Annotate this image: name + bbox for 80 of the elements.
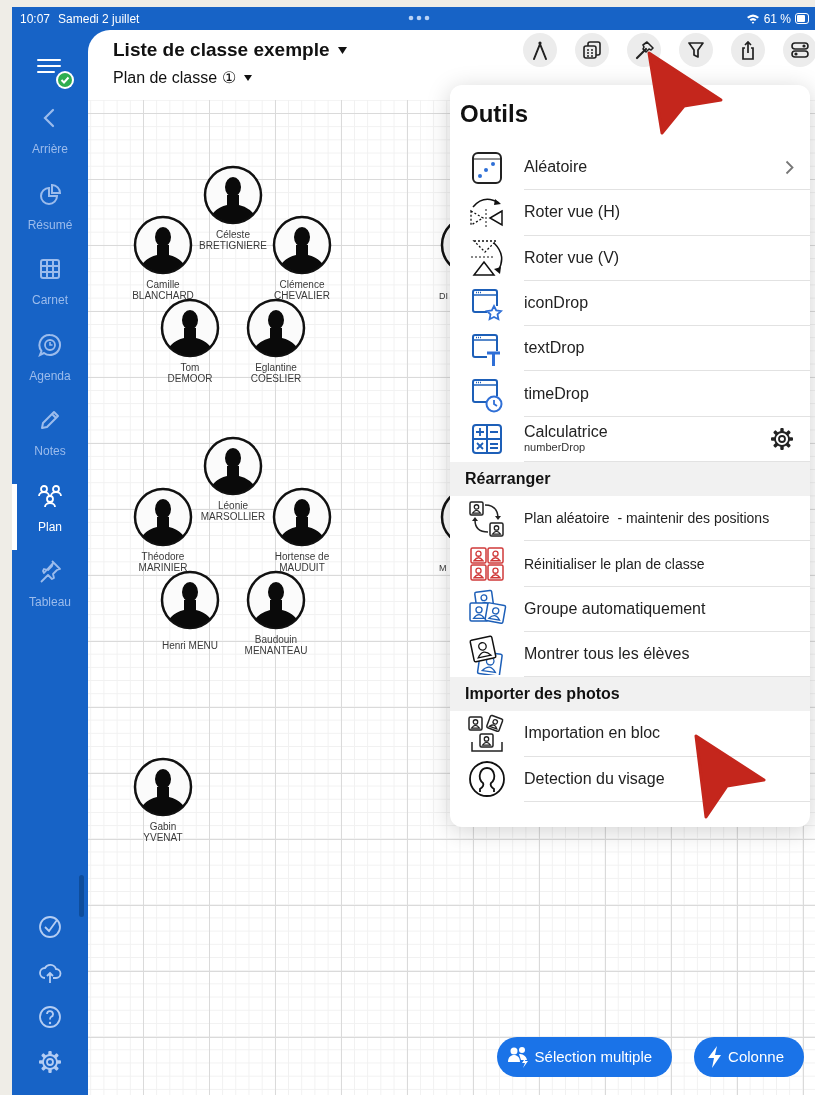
list-title[interactable]: Liste de classe exemple <box>113 38 330 62</box>
scroll-thumb <box>79 875 84 917</box>
menu-item[interactable]: Réinitialiser le plan de classe <box>450 541 810 587</box>
chat-clock-icon <box>38 332 62 357</box>
student-avatar[interactable] <box>246 570 306 630</box>
menu-item[interactable]: iconDrop <box>450 280 810 327</box>
battery-level: 61 % <box>763 10 791 28</box>
menu-item[interactable]: Aléatoire <box>450 145 810 191</box>
popover-title: Outils <box>460 99 528 129</box>
student-name: Théodore MARINIER <box>138 552 188 573</box>
swap-portraits-icon <box>467 498 507 539</box>
people-icon <box>38 483 62 508</box>
student-name: Gabin YVENAT <box>143 822 183 843</box>
section-header: Réarranger <box>450 462 810 497</box>
caret-icon[interactable] <box>243 75 252 81</box>
toolbar-button[interactable] <box>575 33 609 67</box>
student-name: M <box>439 563 447 574</box>
menu-item[interactable]: textDrop <box>450 326 810 372</box>
student-avatar[interactable] <box>133 215 193 275</box>
calculator-stack-icon <box>582 40 602 60</box>
student-name: Henri MENU <box>161 641 219 652</box>
menu-item[interactable]: Roter vue (V) <box>450 235 810 281</box>
student-name: Céleste BRETIGNIERE <box>199 230 267 251</box>
student-avatar[interactable] <box>203 436 263 496</box>
student-avatar[interactable] <box>133 487 193 547</box>
settings-button[interactable] <box>38 1050 62 1074</box>
student-name: Camille BLANCHARD <box>132 280 194 301</box>
toolbar-button[interactable] <box>523 33 557 67</box>
status-time: 10:07 <box>20 10 51 28</box>
settings-icon[interactable] <box>770 426 794 451</box>
menu-item[interactable]: Plan aléatoire - maintenir des positions <box>450 496 810 542</box>
hammer-icon <box>634 40 654 60</box>
grid-icon <box>38 257 62 281</box>
student-name: Tom DEMOOR <box>167 363 213 384</box>
student-name: Léonie MARSOLLIER <box>200 501 266 522</box>
battery-icon <box>795 13 809 24</box>
toggles-icon <box>790 40 810 60</box>
status-date: Samedi 2 juillet <box>58 10 140 28</box>
section-header: Importer des photos <box>450 677 810 712</box>
plan-title[interactable]: Plan de classe ① <box>113 66 236 90</box>
head-outline-icon <box>467 759 507 800</box>
toolbar-button[interactable] <box>783 33 815 67</box>
student-avatar[interactable] <box>160 298 220 358</box>
menu-item-subtitle: numberDrop <box>524 441 587 455</box>
student-name: Eglantine COESLIER <box>250 363 302 384</box>
check-circle-icon <box>38 915 62 939</box>
help-icon <box>38 1005 62 1029</box>
menu-item[interactable]: timeDrop <box>450 371 810 417</box>
check-circle-button[interactable] <box>38 915 62 939</box>
toolbar-button[interactable] <box>679 33 713 67</box>
action-button[interactable]: Colonne <box>694 1037 804 1077</box>
sidebar-item[interactable]: Plan <box>12 477 88 553</box>
pie-chart-icon <box>38 181 62 206</box>
student-avatar[interactable] <box>160 570 220 630</box>
help-button[interactable] <box>38 1005 62 1029</box>
student-avatar[interactable] <box>272 215 332 275</box>
toolbar-button[interactable] <box>731 33 765 67</box>
menu-button[interactable] <box>34 56 74 92</box>
pin-icon <box>38 559 62 583</box>
student-avatar[interactable] <box>272 487 332 547</box>
action-button[interactable]: Sélection multiple <box>496 1037 673 1077</box>
pencil-icon <box>38 408 62 432</box>
caret-icon[interactable] <box>337 46 347 54</box>
chevron-icon <box>785 159 794 175</box>
student-name: Hortense de MAUDUIT <box>274 552 330 573</box>
filter-icon <box>686 40 706 60</box>
student-name: Clémence CHEVALIER <box>274 280 330 301</box>
settings-icon <box>38 1050 62 1074</box>
student-avatar[interactable] <box>203 165 263 225</box>
student-name: DI <box>439 291 448 302</box>
student-avatar[interactable] <box>246 298 306 358</box>
compass-icon <box>530 40 550 60</box>
wifi-icon <box>745 13 760 24</box>
menu-item[interactable]: Groupe automatiquement <box>450 586 810 632</box>
dots-icon <box>408 15 430 21</box>
people-bolt-icon <box>506 1045 531 1069</box>
student-avatar[interactable] <box>133 757 193 817</box>
portrait-grid-icon <box>467 544 507 584</box>
student-name: Baudouin MENANTEAU <box>244 635 308 656</box>
menu-item[interactable]: Roter vue (H) <box>450 190 810 236</box>
